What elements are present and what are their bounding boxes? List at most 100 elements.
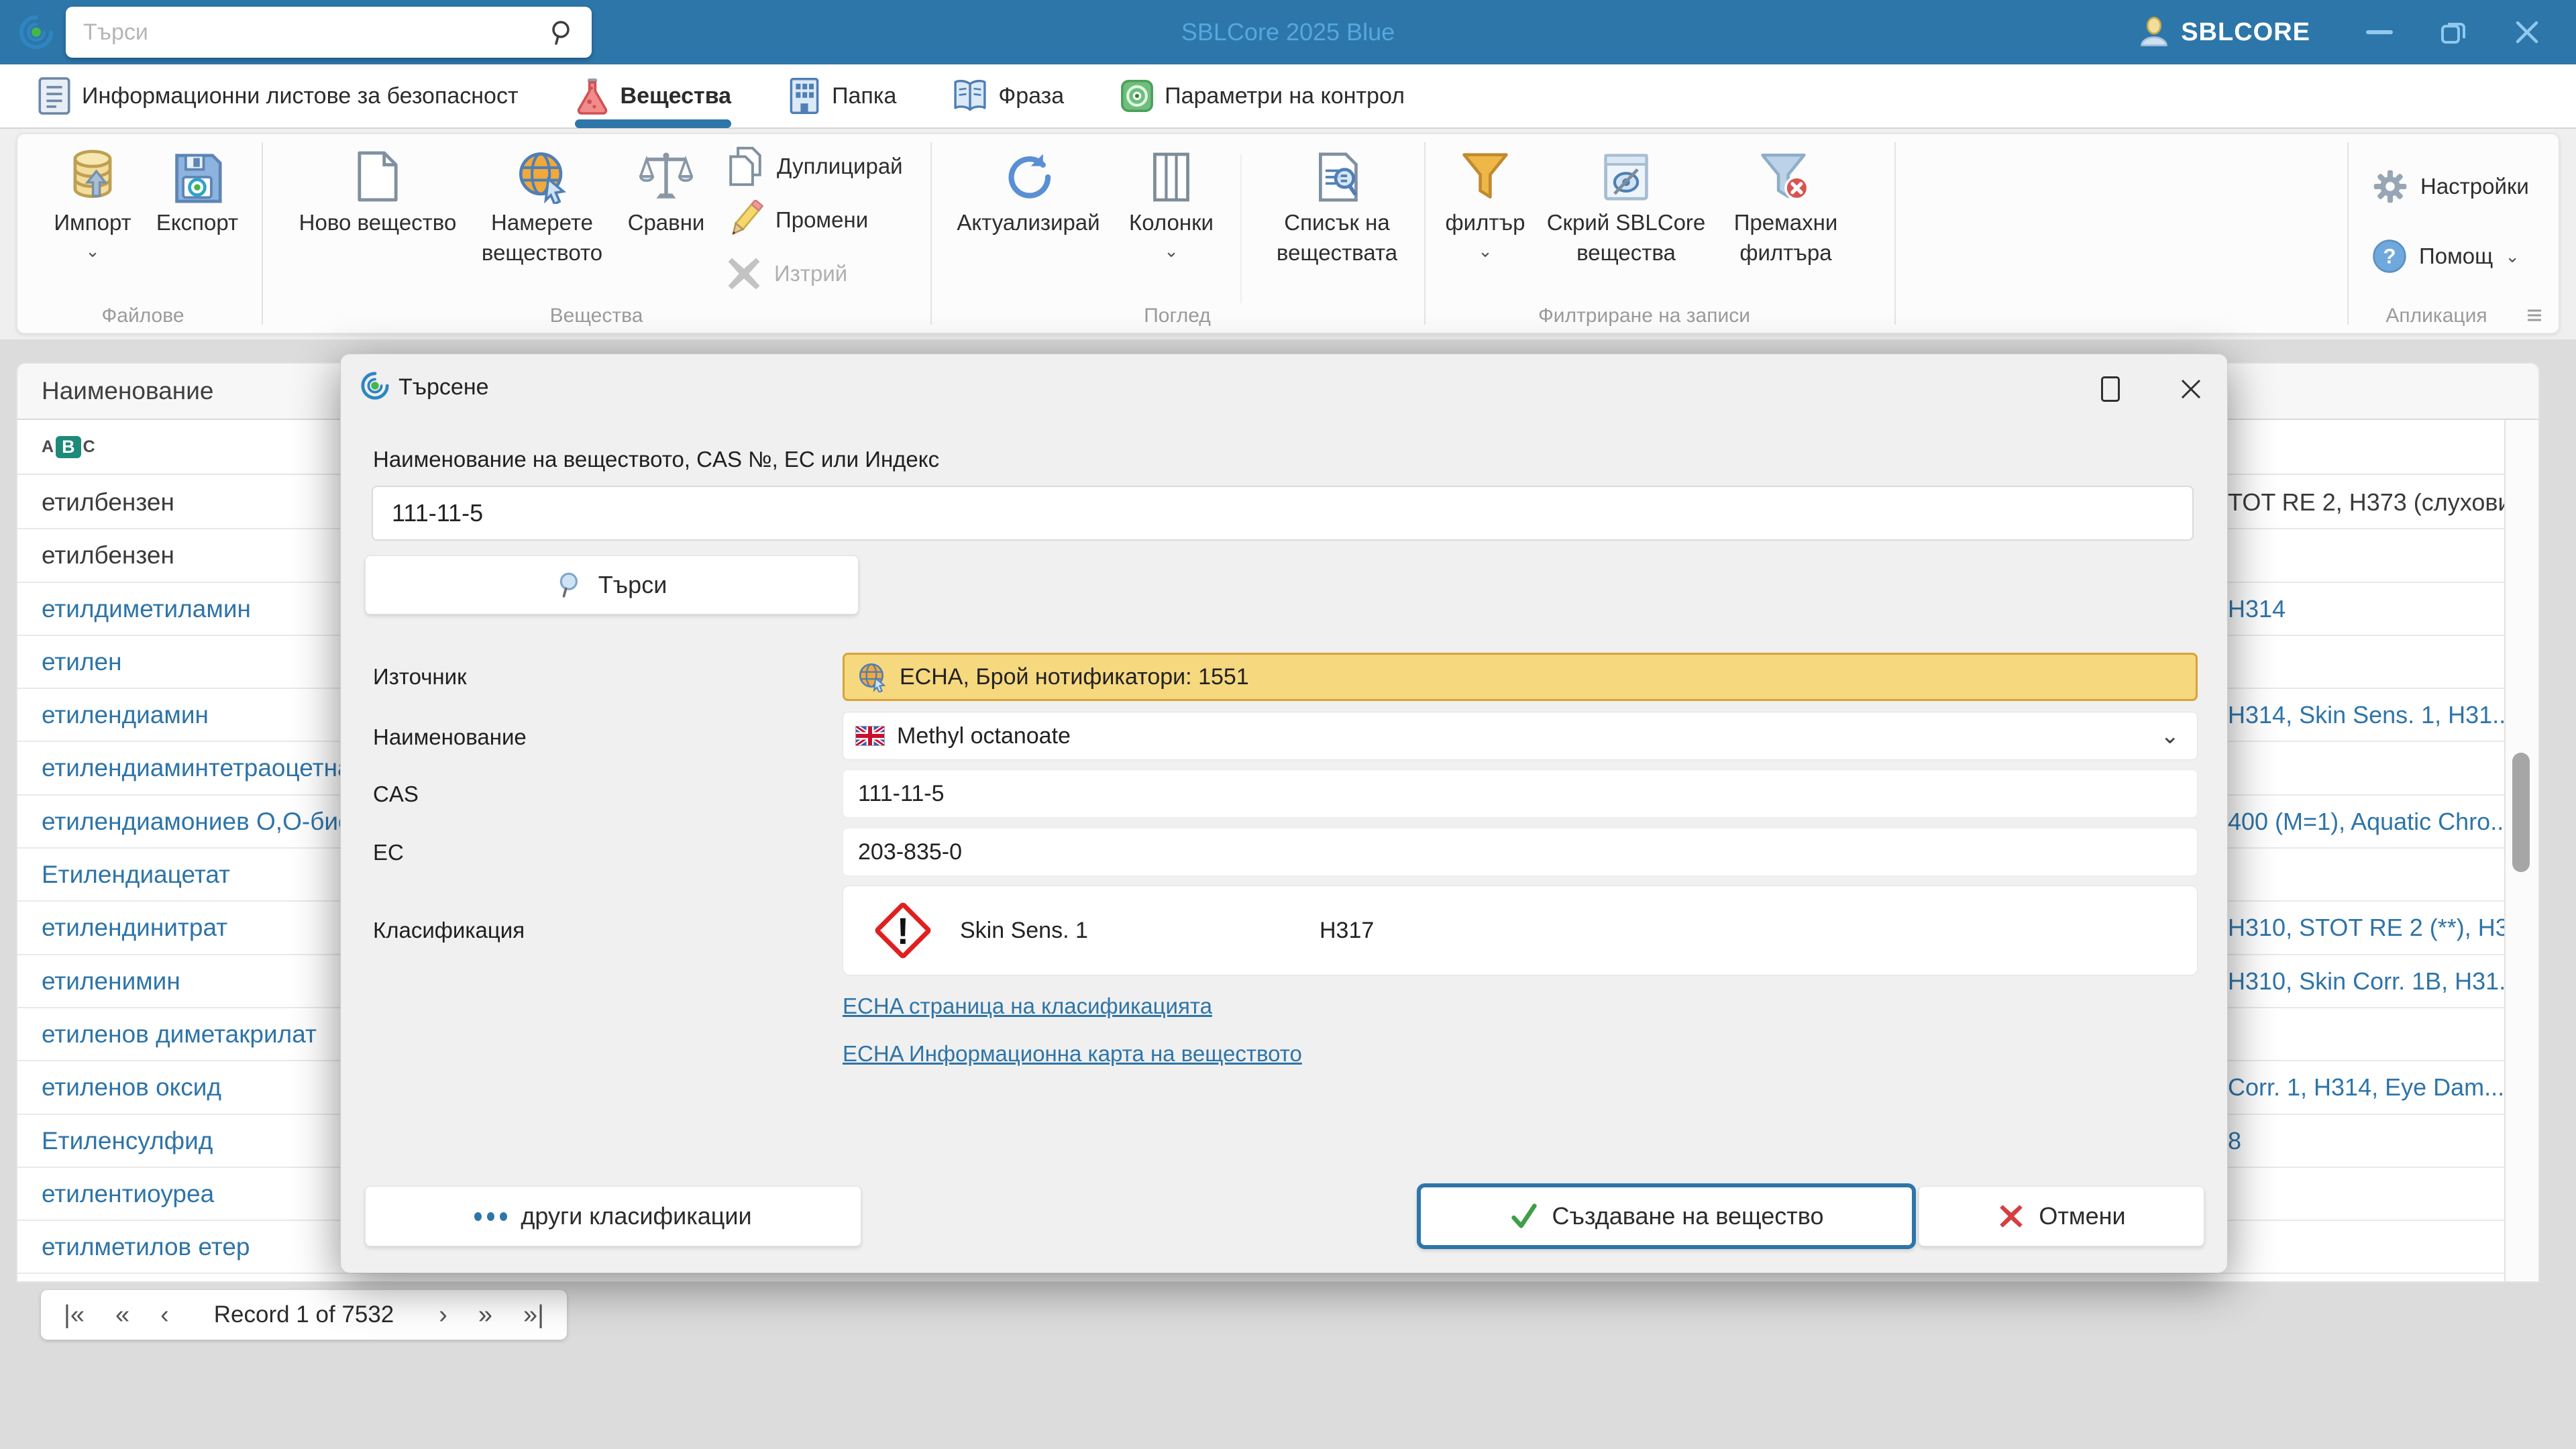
floppy-export-icon [172,146,223,204]
group-divider [2347,142,2349,325]
delete-button[interactable]: Изтрий [726,252,847,295]
classification-cell[interactable] [2228,636,2504,689]
echa-classification-link[interactable]: ECHA страница на класификацията [843,994,1212,1019]
ec-field[interactable]: 203-835-0 [843,828,2198,876]
cancel-button[interactable]: Отмени [1919,1186,2204,1246]
tab-substances[interactable]: Вещества [574,64,731,128]
global-search-box[interactable] [66,7,592,58]
classification-cell[interactable]: 8 [2228,1115,2504,1168]
globe-source-icon [859,663,886,692]
dialog-close-button[interactable] [2176,374,2206,404]
source-value: ECHA, Брой нотификатори: 1551 [900,663,1249,690]
account-name[interactable]: SBLCORE [2181,18,2310,47]
compare-button[interactable]: Сравни [612,146,720,238]
abc-filter-icon[interactable]: ABC [42,435,95,458]
tab-control-parameters[interactable]: Параметри на контрол [1120,64,1405,128]
first-record-button[interactable]: |« [64,1302,85,1328]
help-icon: ? [2373,239,2406,273]
edit-button[interactable]: Промени [726,199,868,241]
group-label-substances: Вещества [549,305,643,327]
columns-icon [1148,146,1194,204]
user-account-icon[interactable] [2137,15,2171,50]
maximize-button[interactable] [2416,0,2490,64]
classification-cell[interactable]: 400 (M=1), Aquatic Chro... [2228,796,2504,849]
remove-filter-button[interactable]: Премахни филтъра [1699,146,1873,268]
database-import-icon [67,146,118,204]
next-record-button[interactable]: › [439,1302,447,1328]
ribbon-options-icon[interactable] [2525,307,2544,323]
dialog-title: Търсене [398,374,489,400]
group-divider [262,142,263,325]
ghs07-exclamation-icon: ! [873,901,932,960]
classification-cell[interactable]: TOT RE 2, H373 (слухови... [2228,476,2504,529]
dialog-maximize-button[interactable] [2096,374,2125,404]
hide-sblcore-substances-button[interactable]: Скрий SBLCore вещества [1525,146,1727,268]
scrollbar-thumb[interactable] [2512,753,2530,872]
classification-cell[interactable]: H310, Skin Corr. 1B, H31... [2228,955,2504,1008]
hazard-class: Skin Sens. 1 [960,917,1088,943]
classification-cell[interactable] [2228,1168,2504,1221]
fast-prev-button[interactable]: « [115,1302,129,1328]
maximize-icon [2101,376,2120,402]
last-record-button[interactable]: »| [523,1302,544,1328]
tab-phrase[interactable]: Фраза [953,64,1064,128]
cas-field[interactable]: 111-11-5 [843,769,2198,818]
prev-record-button[interactable]: ‹ [160,1302,169,1328]
classification-panel: ! Skin Sens. 1 H317 [843,885,2198,975]
help-button[interactable]: ? Помощ ⌄ [2372,236,2520,276]
minimize-button[interactable] [2343,0,2416,64]
echa-infocard-link[interactable]: ECHA Информационна карта на веществото [843,1041,1302,1067]
classification-column-fragment: TOT RE 2, H373 (слухови... H314 H314, Sk… [2228,476,2504,1274]
gear-icon [2373,170,2407,203]
cancel-label: Отмени [2039,1202,2126,1230]
tab-folder[interactable]: Папка [788,64,896,128]
tab-label: Фраза [998,83,1065,109]
tab-label: Параметри на контрол [1165,83,1405,109]
columns-button[interactable]: Колонки ⌄ [1104,146,1238,260]
search-dialog: Търсене Наименование на веществото, CAS … [340,354,2228,1273]
search-icon[interactable] [549,19,576,46]
classification-cell[interactable]: H314 [2228,583,2504,636]
tab-safety-data-sheets[interactable]: Информационни листове за безопасност [38,64,519,128]
new-substance-button[interactable]: Ново вещество [284,146,472,238]
source-field[interactable]: ECHA, Брой нотификатори: 1551 [843,653,2198,701]
globe-search-icon [515,146,570,204]
close-button[interactable] [2490,0,2564,64]
substance-search-input[interactable] [372,486,2194,541]
create-substance-label: Създаване на вещество [1552,1202,1824,1230]
other-classifications-label: други класификации [521,1202,752,1230]
funnel-icon [1460,146,1510,204]
classification-cell[interactable] [2228,1221,2504,1274]
create-substance-button[interactable]: Създаване на вещество [1417,1183,1916,1249]
new-document-icon [356,146,400,204]
classification-cell[interactable] [2228,1008,2504,1061]
find-substance-button[interactable]: Намерете веществото [465,146,619,268]
substances-list-button[interactable]: Списък на веществата [1250,146,1424,268]
other-classifications-button[interactable]: други класификации [365,1186,861,1246]
chevron-down-icon: ⌄ [2505,246,2520,266]
source-label: Източник [373,664,467,689]
export-button[interactable]: Експорт [137,146,258,238]
name-dropdown[interactable]: Methyl octanoate ⌄ [843,712,2198,760]
classification-cell[interactable] [2228,742,2504,795]
ec-value: 203-835-0 [858,839,963,865]
vertical-scrollbar[interactable] [2504,420,2538,1281]
fast-next-button[interactable]: » [478,1302,492,1328]
search-button[interactable]: Търси [365,555,859,614]
close-icon [2516,21,2538,44]
group-label-filtering: Филтриране на записи [1538,305,1750,327]
classification-cell[interactable]: H314, Skin Sens. 1, H31... [2228,689,2504,742]
duplicate-button[interactable]: Дуплицирай [726,145,903,188]
classification-cell[interactable]: H310, STOT RE 2 (**), H373 [2228,902,2504,955]
search-field-label: Наименование на веществото, CAS №, ЕС ил… [373,447,940,472]
scales-icon [639,146,693,204]
record-navigator: |« « ‹ Record 1 of 7532 › » »| [41,1290,567,1340]
settings-button[interactable]: Настройки [2372,166,2529,207]
import-button[interactable]: Импорт ⌄ [32,146,153,260]
classification-cell[interactable] [2228,849,2504,902]
classification-cell[interactable] [2228,529,2504,582]
refresh-button[interactable]: Актуализирай [934,146,1122,238]
chevron-down-icon: ⌄ [1478,240,1493,261]
classification-cell[interactable]: Corr. 1, H314, Eye Dam.... [2228,1061,2504,1114]
global-search-input[interactable] [66,19,549,46]
